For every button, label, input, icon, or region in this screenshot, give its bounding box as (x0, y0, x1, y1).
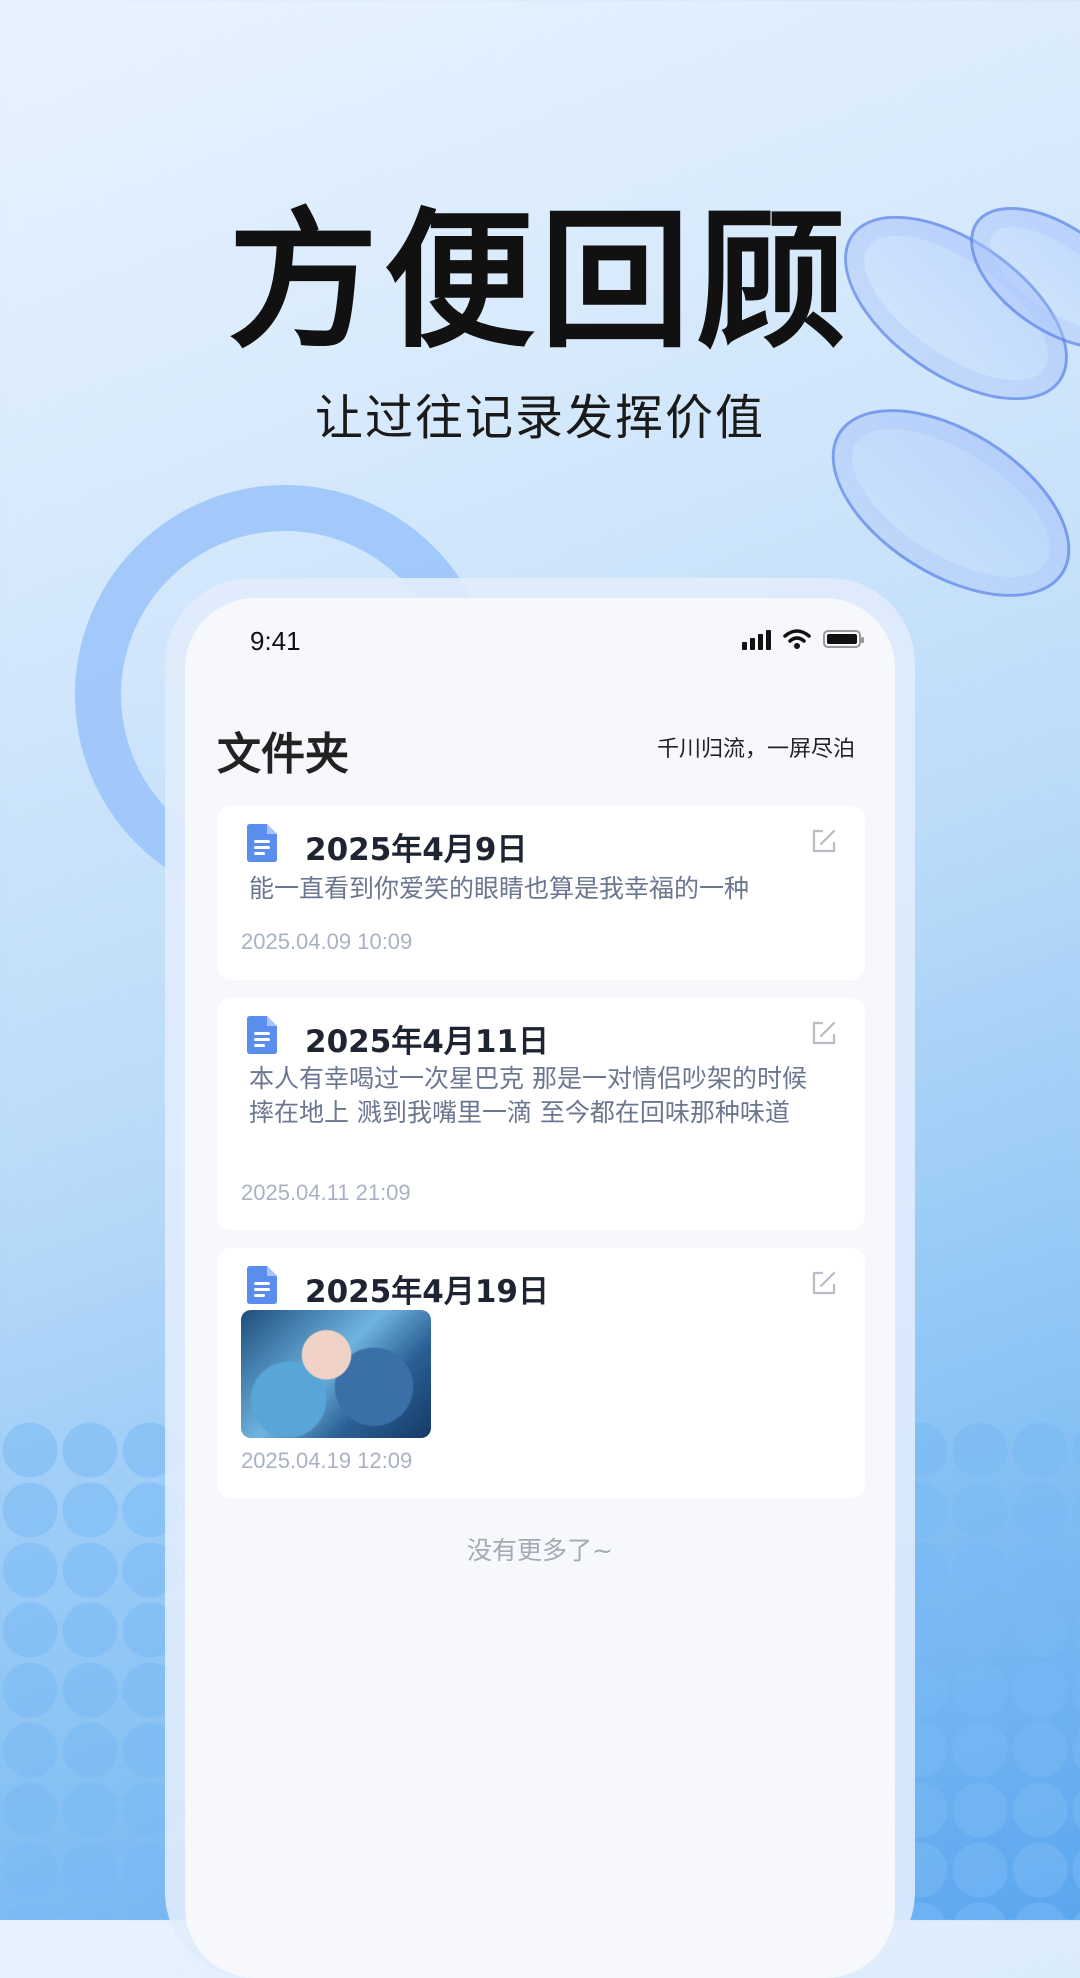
note-body: 本人有幸喝过一次星巴克 那是一对情侣吵架的时候摔在地上 溅到我嘴里一滴 至今都在… (249, 1064, 807, 1127)
page-title: 文件夹 (217, 729, 349, 780)
note-card[interactable]: 2025年4月11日 本人有幸喝过一次星巴克 那是一对情侣吵架的时候摔在地上 溅… (217, 998, 865, 1230)
document-icon (247, 824, 277, 862)
promo-headline: 方便回顾 (227, 195, 852, 369)
note-card[interactable]: 2025年4月9日 能一直看到你爱笑的眼睛也算是我幸福的一种 2025.04.0… (217, 806, 865, 980)
signal-icon (742, 628, 771, 650)
note-timestamp: 2025.04.09 10:09 (241, 929, 413, 954)
list-end-message: 没有更多了~ (467, 1536, 613, 1565)
page-slogan: 千川归流，一屏尽泊 (656, 737, 855, 762)
decor-dots-right (890, 1420, 1080, 1920)
wifi-icon (783, 629, 811, 649)
document-icon (247, 1266, 277, 1304)
edit-icon[interactable] (811, 1270, 837, 1296)
phone-screen: 9:41 文件夹 千川归流，一屏尽泊 2025年4月9日 能一直看到你爱笑的眼睛… (185, 598, 895, 1978)
note-image-thumbnail[interactable] (241, 1310, 431, 1438)
status-icons (742, 628, 864, 650)
note-title: 2025年4月9日 (305, 832, 528, 868)
edit-icon[interactable] (811, 1020, 837, 1046)
note-card[interactable]: 2025年4月19日 2025.04.19 12:09 (217, 1248, 865, 1498)
note-title: 2025年4月19日 (305, 1274, 549, 1310)
note-title: 2025年4月11日 (305, 1024, 549, 1060)
promo-subline: 让过往记录发挥价值 (314, 390, 765, 446)
note-timestamp: 2025.04.19 12:09 (241, 1448, 413, 1473)
battery-icon (823, 630, 864, 648)
edit-icon[interactable] (811, 828, 837, 854)
note-timestamp: 2025.04.11 21:09 (241, 1180, 411, 1205)
status-time: 9:41 (250, 626, 301, 656)
note-body: 能一直看到你爱笑的眼睛也算是我幸福的一种 (249, 874, 750, 903)
decor-dots-left (0, 1420, 190, 1920)
document-icon (247, 1016, 277, 1054)
